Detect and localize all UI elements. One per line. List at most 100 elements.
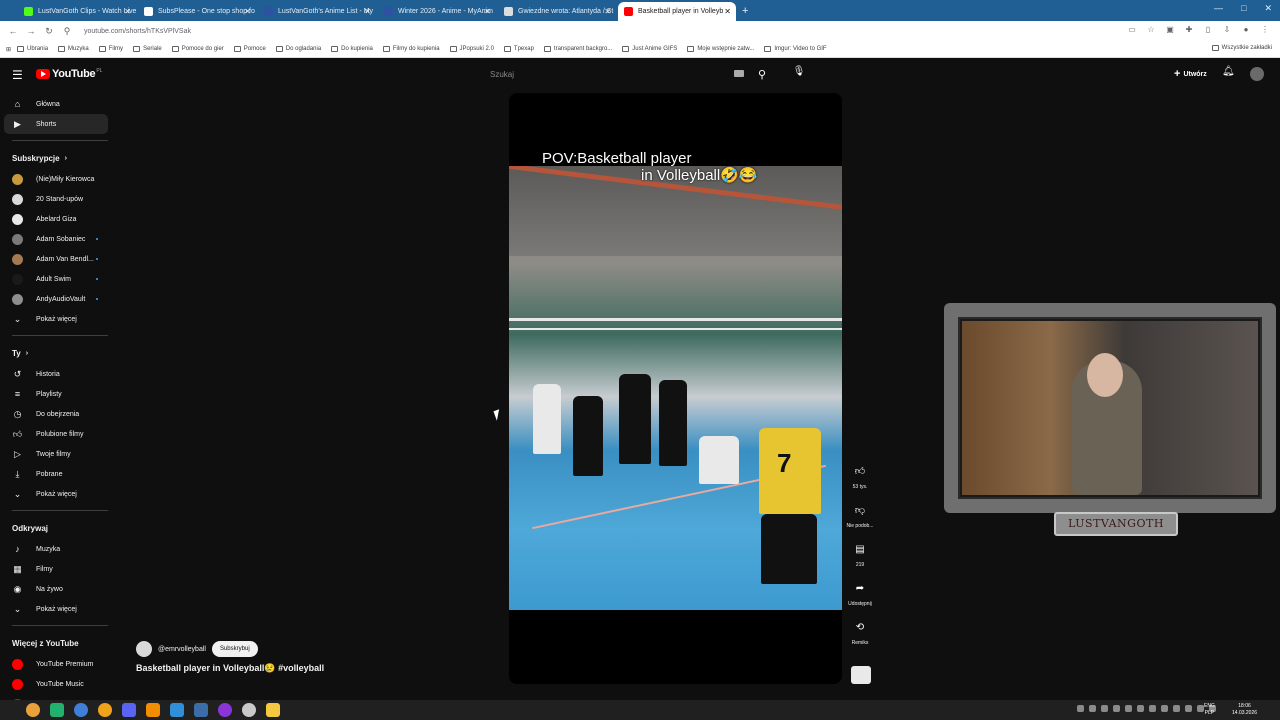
comment-icon[interactable]: ▤ [850,540,870,560]
youtube-product-item[interactable]: YouTube Music [0,674,116,694]
reload-icon[interactable]: ↻ [42,26,56,37]
app-icon[interactable] [98,703,112,717]
remix-icon[interactable]: ⟲ [850,618,870,638]
browser-tab[interactable]: Gwiezdne wrota: Atlantyda / St ✕ [498,2,616,21]
subscription-item[interactable]: Abelard Giza [0,209,116,229]
tray-icon[interactable] [1197,705,1204,712]
bookmark-item[interactable]: transparent backgro... [543,46,612,52]
explore-header[interactable]: Odkrywaj [0,517,116,539]
sidebar-item[interactable]: ⌄ Pokaż więcej [0,599,116,619]
plus-icon[interactable]: + [742,2,748,21]
tab-close-icon[interactable]: ✕ [364,2,371,21]
sidebar-item[interactable]: ▦ Filmy [0,559,116,579]
sidebar-item[interactable]: ⌂ Główna [0,94,116,114]
tab-close-icon[interactable]: ✕ [604,2,611,21]
terminal-icon[interactable] [50,703,64,717]
youtube-logo[interactable]: YouTube PL [36,68,102,80]
search-input[interactable] [490,69,730,79]
sidebar-item[interactable]: ⤓ Pobrane [0,464,116,484]
short-video[interactable]: 7 [509,166,842,610]
avatar[interactable] [1250,67,1264,81]
sidebar-item[interactable]: ≡ Playlisty [0,384,116,404]
url-text[interactable]: youtube.com/shorts/hTKsVPlVSak [84,28,191,35]
tray-icon[interactable] [1161,705,1168,712]
action-comment[interactable]: ▤ 219 [844,540,876,568]
bookmark-item[interactable]: Do ogladania [275,46,321,52]
browser-tab[interactable]: SubsPlease - One stop shop fo ✕ [138,2,256,21]
subscription-item[interactable]: Adam Sobaniec [0,229,116,249]
language-indicator[interactable]: ENG PLP [1204,703,1215,717]
tray-icon[interactable] [1185,705,1192,712]
bookmark-item[interactable]: JPopsuki 2.0 [449,46,494,52]
bookmark-item[interactable]: Do kupienia [331,46,373,52]
maximize-icon[interactable]: □ [1241,3,1246,14]
sidebar-item[interactable]: ▷ Twoje filmy [0,444,116,464]
obs-icon[interactable] [218,703,232,717]
tab-close-icon[interactable]: ✕ [244,2,251,21]
menu-dots-icon[interactable]: ⋮ [1260,25,1270,35]
browser-tab[interactable]: Winter 2026 - Anime - MyAnim ✕ [378,2,496,21]
apps-icon[interactable]: ⊞ [6,46,11,53]
youtube-product-item[interactable]: YouTube Premium [0,654,116,674]
bookmark-item[interactable]: Just Anime GIFS [622,46,677,52]
sidebar-item[interactable]: ⌄ Pokaż więcej [0,484,116,504]
sidebar-item[interactable]: ▶ Shorts [4,114,108,134]
steam-icon[interactable] [194,703,208,717]
bookmark-item[interactable]: Filmy do kupienia [382,46,440,52]
bookmark-item[interactable]: Muzyka [58,46,89,52]
browser-tab[interactable]: Basketball player in Volleyb ✕ [618,2,736,21]
bookmark-item[interactable]: Filmy [98,46,123,52]
sidepanel-icon[interactable]: ▯ [1203,25,1213,35]
tab-close-icon[interactable]: ✕ [124,2,131,21]
back-icon[interactable]: ← [6,26,20,36]
mic-icon[interactable]: 🎙︎ [792,66,806,82]
tray-icon[interactable] [1149,705,1156,712]
tray-icon[interactable] [1137,705,1144,712]
action-thumb-down[interactable]: 👎︎ Nie podob... [844,501,876,529]
subscription-item[interactable]: Adult Swim [0,269,116,289]
subscription-item[interactable]: Adam Van Bendl... [0,249,116,269]
channel-name[interactable]: @emrvolleyball [158,646,206,653]
action-share[interactable]: ➦ Udostępnij [844,579,876,607]
discord-icon[interactable] [122,703,136,717]
close-window-icon[interactable]: ✕ [1264,3,1272,14]
tray-icon[interactable] [1089,705,1096,712]
create-button[interactable]: + Utwórz [1166,65,1215,83]
bell-icon[interactable]: 🔔︎ [1222,66,1235,77]
share-icon[interactable]: ➦ [850,579,870,599]
bookmark-item[interactable]: Pomoce do gier [171,46,224,52]
sidebar-item[interactable]: 👍︎ Polubione filmy [0,424,116,444]
minimize-icon[interactable]: — [1214,3,1223,14]
short-player[interactable]: 7 POV:Basketball player in Volleyball🤣😂 [509,93,842,684]
menu-icon[interactable]: ☰ [12,68,24,82]
search-icon[interactable]: ⚲ [758,68,766,81]
audio-thumbnail[interactable] [851,666,871,684]
short-title[interactable]: Basketball player in Volleyball😢 #volley… [136,663,324,674]
extension-icon[interactable]: ▣ [1165,25,1175,35]
sidebar-item[interactable]: ◷ Do obejrzenia [0,404,116,424]
cast-icon[interactable]: ▭ [1127,25,1137,35]
you-header[interactable]: Ty › [0,342,116,364]
profile-icon[interactable]: ● [1241,25,1251,35]
settings-icon[interactable] [242,703,256,717]
subscriptions-header[interactable]: Subskrypcje › [0,147,116,169]
tray-icon[interactable] [1173,705,1180,712]
chrome-icon[interactable] [26,703,40,717]
editor-icon[interactable] [170,703,184,717]
tray-icon[interactable] [1113,705,1120,712]
site-info-icon[interactable]: ⚲ [60,26,74,37]
bookmark-star-icon[interactable]: ☆ [1146,25,1156,35]
bookmark-item[interactable]: Tpexap [503,46,534,52]
puzzle-icon[interactable]: ✚ [1184,25,1194,35]
folder-icon[interactable] [266,703,280,717]
tray-icon[interactable] [1101,705,1108,712]
thumb-up-icon[interactable]: 👍︎ [850,462,870,482]
action-thumb-up[interactable]: 👍︎ 53 tys. [844,462,876,490]
bookmark-item[interactable]: Imgur: Video to GIF [764,46,827,52]
tab-close-icon[interactable]: ✕ [724,2,731,21]
downloads-icon[interactable]: ⇩ [1222,25,1232,35]
bookmark-item[interactable]: Seriale [133,46,162,52]
sidebar-item[interactable]: ◉ Na żywo [0,579,116,599]
vlc-icon[interactable] [146,703,160,717]
browser-tab[interactable]: LustVanGoth Clips - Watch Live ✕ [18,2,136,21]
